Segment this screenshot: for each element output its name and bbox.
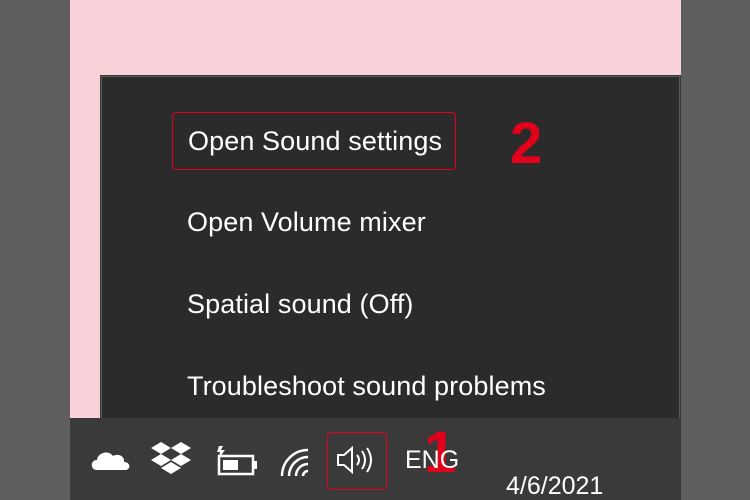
language-indicator[interactable]: ENG: [405, 446, 459, 475]
desktop-screen: Open Sound settings Open Volume mixer Sp…: [70, 0, 681, 500]
wifi-icon[interactable]: [278, 446, 314, 483]
speaker-icon: [335, 445, 379, 479]
step-2-annotation: 2: [510, 111, 543, 176]
menu-item-spatial-sound[interactable]: Spatial sound (Off): [187, 283, 414, 325]
menu-item-troubleshoot-sound[interactable]: Troubleshoot sound problems: [187, 365, 546, 407]
menu-item-open-sound-settings[interactable]: Open Sound settings: [172, 112, 457, 170]
battery-icon[interactable]: [213, 444, 257, 483]
taskbar: 1 ENG 4/6/2021: [70, 418, 681, 500]
cloud-icon[interactable]: [89, 444, 133, 479]
sound-context-menu: Open Sound settings Open Volume mixer Sp…: [101, 76, 680, 420]
taskbar-date[interactable]: 4/6/2021: [506, 472, 603, 500]
speaker-tray-button[interactable]: [327, 432, 387, 490]
dropbox-icon[interactable]: [151, 438, 191, 479]
menu-item-open-volume-mixer[interactable]: Open Volume mixer: [187, 201, 426, 243]
